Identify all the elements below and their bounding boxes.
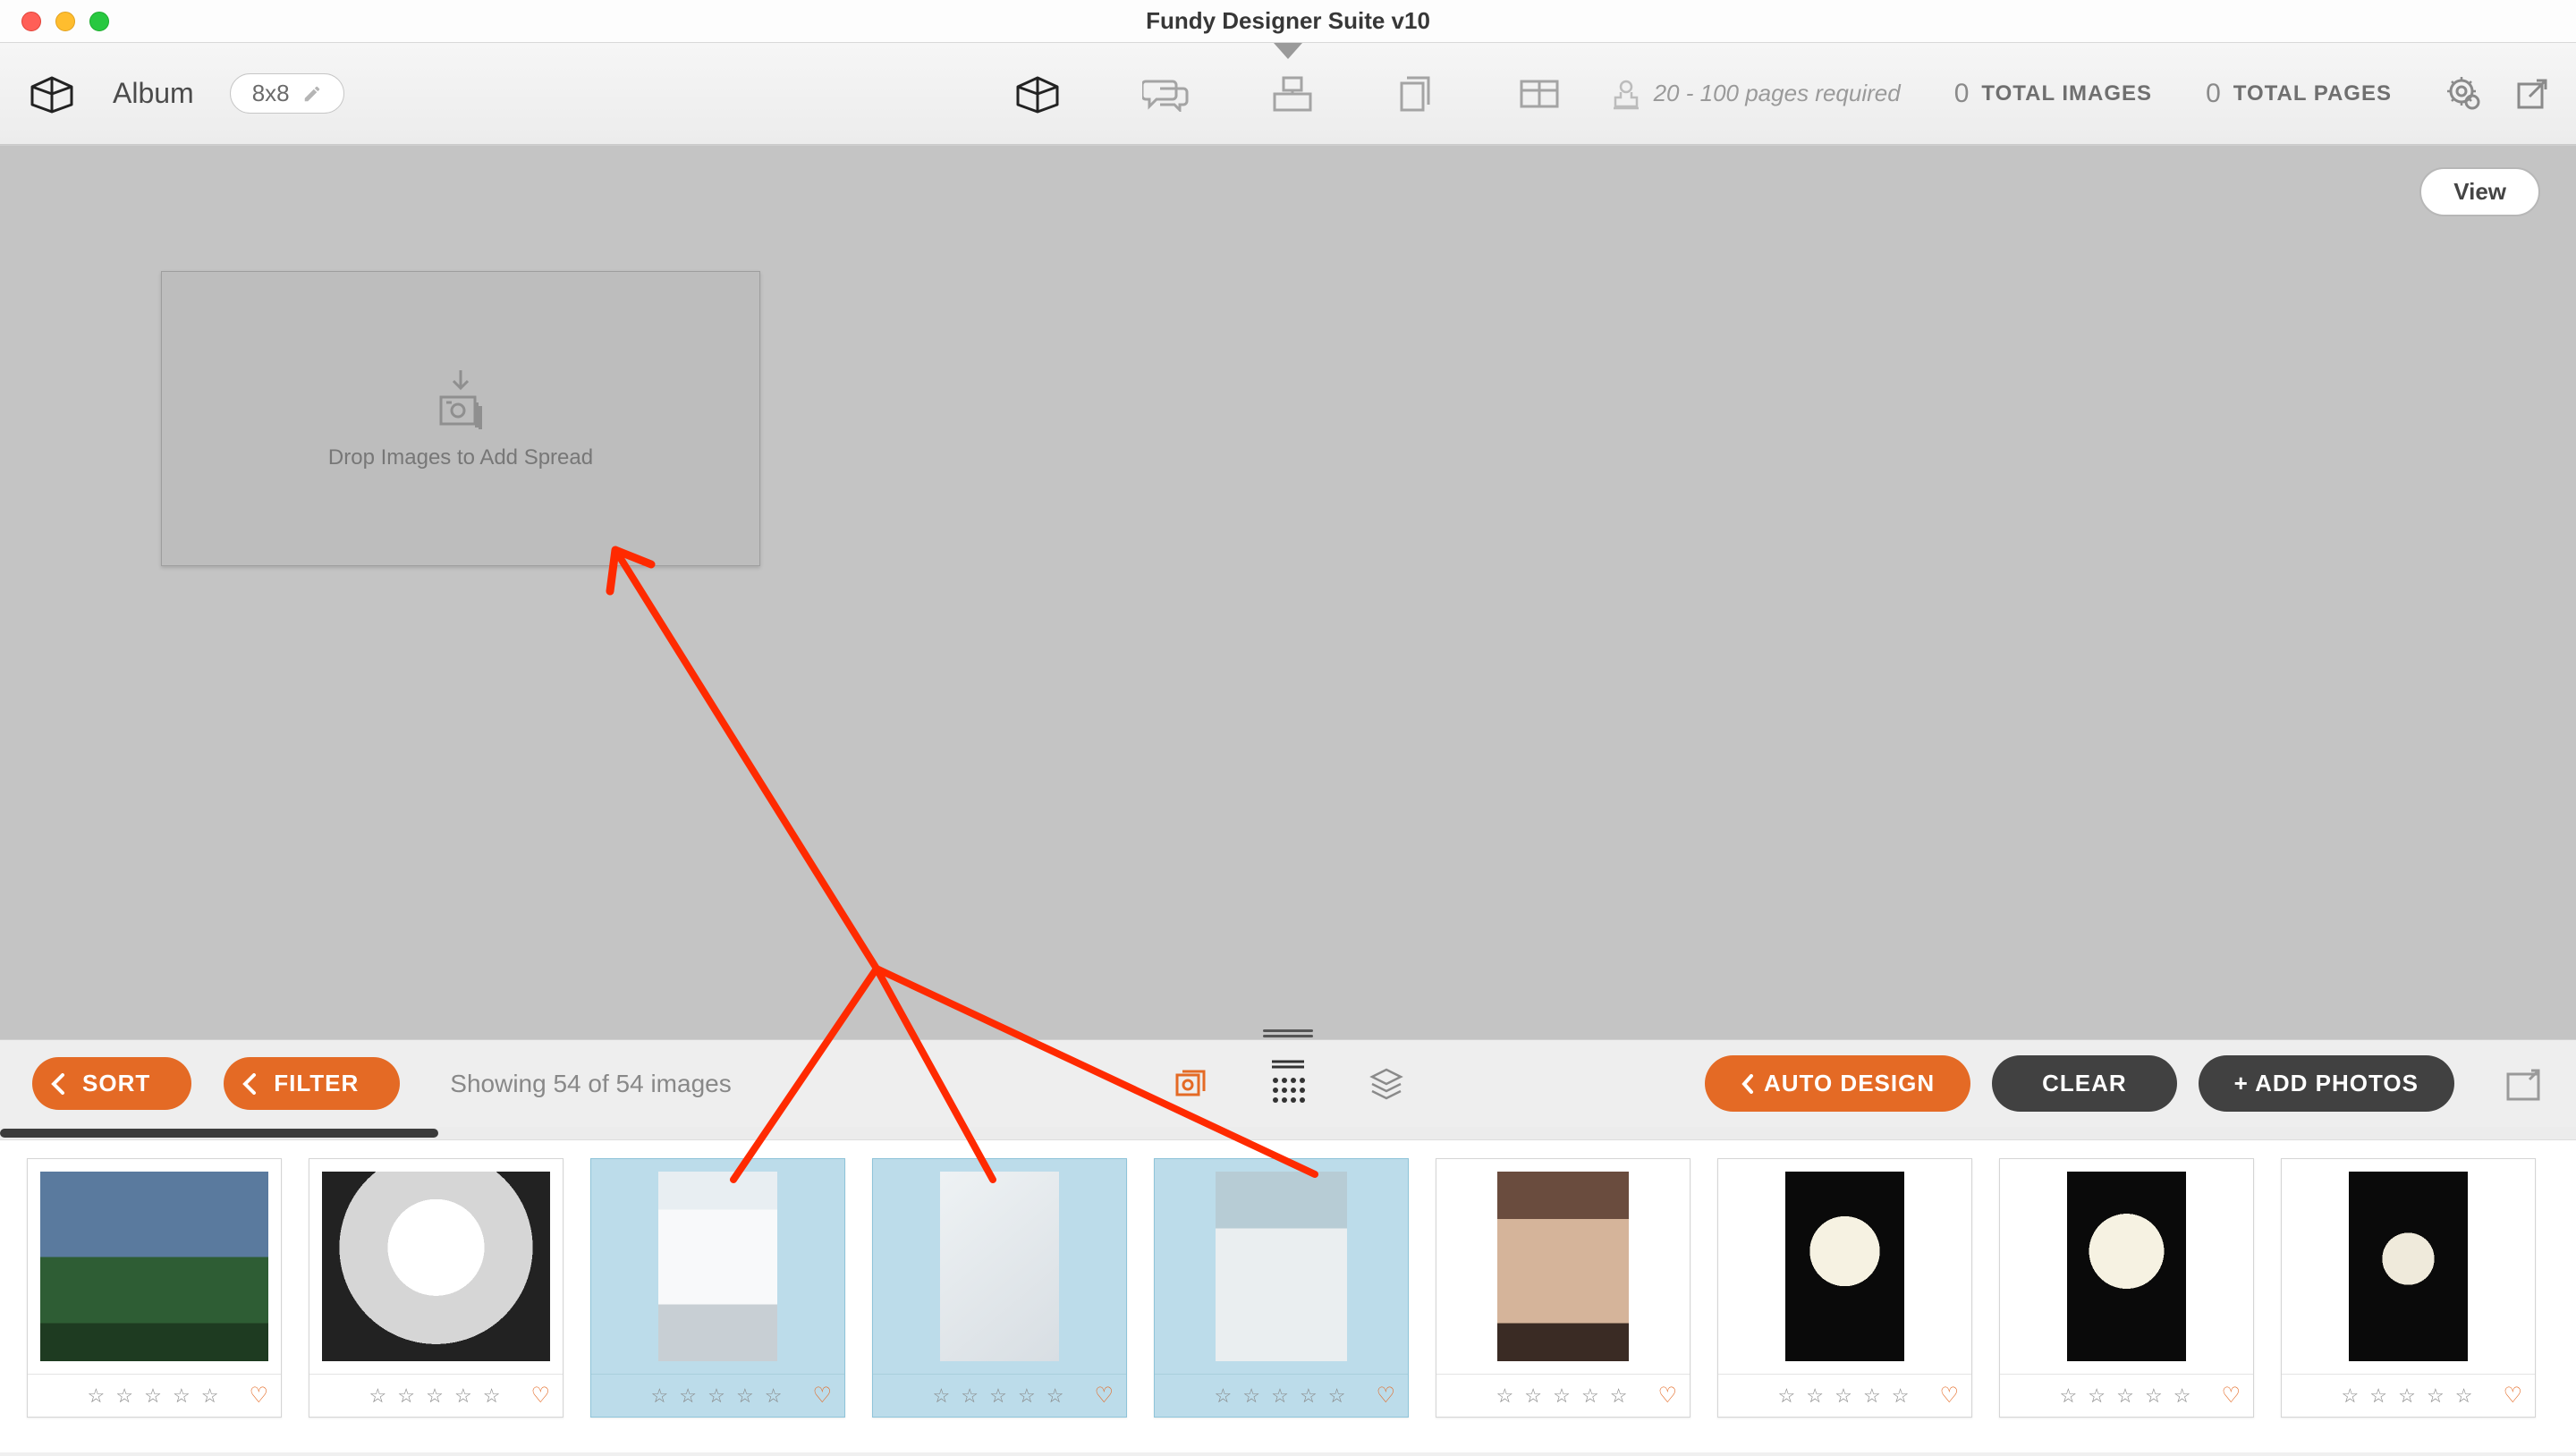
thumbnail-card[interactable]: ☆ ☆ ☆ ☆ ☆ ♡ (1999, 1158, 2254, 1418)
thumbnail-card[interactable]: ☆ ☆ ☆ ☆ ☆ ♡ (1717, 1158, 1972, 1418)
thumbnail-footer: ☆ ☆ ☆ ☆ ☆ ♡ (309, 1374, 563, 1417)
thumbnail-card[interactable]: ☆ ☆ ☆ ☆ ☆ ♡ (1154, 1158, 1409, 1418)
thumbnail-footer: ☆ ☆ ☆ ☆ ☆ ♡ (1718, 1374, 1971, 1417)
toolbar-right-info: 20 - 100 pages required 0 TOTAL IMAGES 0… (1609, 75, 2549, 113)
thumbnail-card[interactable]: ☆ ☆ ☆ ☆ ☆ ♡ (27, 1158, 282, 1418)
auto-design-button[interactable]: AUTO DESIGN (1705, 1055, 1970, 1112)
thumbnail-footer: ☆ ☆ ☆ ☆ ☆ ♡ (2282, 1374, 2535, 1417)
bottom-control-bar: SORT FILTER Showing 54 of 54 images AUTO… (0, 1039, 2576, 1127)
rating-stars[interactable]: ☆ ☆ ☆ ☆ ☆ (1777, 1384, 1911, 1408)
window-title: Fundy Designer Suite v10 (0, 7, 2576, 35)
total-pages-counter: 0 TOTAL PAGES (2206, 79, 2392, 109)
rating-stars[interactable]: ☆ ☆ ☆ ☆ ☆ (1496, 1384, 1630, 1408)
thumbnail-card[interactable]: ☆ ☆ ☆ ☆ ☆ ♡ (309, 1158, 564, 1418)
thumbnail-image (886, 1172, 1114, 1361)
favorite-heart-icon[interactable]: ♡ (1376, 1383, 1395, 1409)
rating-stars[interactable]: ☆ ☆ ☆ ☆ ☆ (932, 1384, 1066, 1408)
thumbnail-strip: ☆ ☆ ☆ ☆ ☆ ♡ ☆ ☆ ☆ ☆ ☆ ♡ ☆ ☆ ☆ ☆ ☆ ♡ ☆ ☆ … (0, 1139, 2576, 1452)
favorite-heart-icon[interactable]: ♡ (1939, 1383, 1959, 1409)
clear-button[interactable]: CLEAR (1992, 1055, 2177, 1112)
thumbnail-card[interactable]: ☆ ☆ ☆ ☆ ☆ ♡ (872, 1158, 1127, 1418)
window-titlebar: Fundy Designer Suite v10 (0, 0, 2576, 43)
rating-stars[interactable]: ☆ ☆ ☆ ☆ ☆ (650, 1384, 784, 1408)
layout-tool-icon[interactable] (1271, 74, 1314, 114)
module-label: Album (113, 77, 194, 110)
thumbnail-image (1167, 1172, 1395, 1361)
thumbnail-footer: ☆ ☆ ☆ ☆ ☆ ♡ (591, 1374, 844, 1417)
stamp-icon (1609, 77, 1643, 111)
thumbnail-image (1449, 1172, 1677, 1361)
thumbnail-image (40, 1172, 268, 1361)
favorite-heart-icon[interactable]: ♡ (1094, 1383, 1114, 1409)
sort-button[interactable]: SORT (32, 1057, 191, 1110)
external-link-icon[interactable] (2515, 77, 2549, 111)
rating-stars[interactable]: ☆ ☆ ☆ ☆ ☆ (2059, 1384, 2193, 1408)
rating-stars[interactable]: ☆ ☆ ☆ ☆ ☆ (87, 1384, 221, 1408)
expand-panel-icon[interactable] (2503, 1065, 2544, 1103)
thumbnail-image (1731, 1172, 1959, 1361)
view-button[interactable]: View (2419, 167, 2540, 216)
thumbnail-card[interactable]: ☆ ☆ ☆ ☆ ☆ ♡ (2281, 1158, 2536, 1418)
chevron-left-icon (1741, 1074, 1755, 1094)
drop-target-icon (425, 367, 496, 438)
pages-tool-icon[interactable] (1396, 74, 1436, 114)
thumbnail-footer: ☆ ☆ ☆ ☆ ☆ ♡ (873, 1374, 1126, 1417)
stack-view-icon[interactable] (1172, 1066, 1208, 1102)
thumbnail-footer: ☆ ☆ ☆ ☆ ☆ ♡ (2000, 1374, 2253, 1417)
thumbnail-card[interactable]: ☆ ☆ ☆ ☆ ☆ ♡ (590, 1158, 845, 1418)
thumbnail-image (604, 1172, 832, 1361)
favorite-heart-icon[interactable]: ♡ (2503, 1383, 2522, 1409)
album-size-selector[interactable]: 8x8 (230, 73, 344, 114)
rating-stars[interactable]: ☆ ☆ ☆ ☆ ☆ (1214, 1384, 1348, 1408)
grid-view-icon[interactable] (1270, 1059, 1306, 1109)
rating-stars[interactable]: ☆ ☆ ☆ ☆ ☆ (369, 1384, 503, 1408)
thumbnail-scrollbar[interactable] (0, 1127, 2576, 1139)
thumbnail-card[interactable]: ☆ ☆ ☆ ☆ ☆ ♡ (1436, 1158, 1690, 1418)
panel-drag-handle-icon[interactable] (1263, 1029, 1313, 1038)
favorite-heart-icon[interactable]: ♡ (530, 1383, 550, 1409)
chevron-left-icon (50, 1073, 66, 1095)
comments-tool-icon[interactable] (1142, 76, 1189, 112)
rating-stars[interactable]: ☆ ☆ ☆ ☆ ☆ (2341, 1384, 2475, 1408)
thumbnail-image (2012, 1172, 2241, 1361)
add-photos-button[interactable]: + ADD PHOTOS (2199, 1055, 2454, 1112)
favorite-heart-icon[interactable]: ♡ (2221, 1383, 2241, 1409)
design-canvas[interactable]: View Drop Images to Add Spread (0, 145, 2576, 1039)
scrollbar-thumb[interactable] (0, 1129, 438, 1138)
app-logo-icon[interactable] (27, 74, 77, 114)
drop-images-placeholder[interactable]: Drop Images to Add Spread (161, 271, 760, 566)
showing-count-label: Showing 54 of 54 images (450, 1070, 731, 1098)
thumbnail-image (2294, 1172, 2522, 1361)
album-tool-icon[interactable] (1015, 74, 1060, 114)
settings-gear-icon[interactable] (2445, 75, 2483, 113)
thumbnail-image (322, 1172, 550, 1361)
filter-button[interactable]: FILTER (224, 1057, 400, 1110)
layers-view-icon[interactable] (1368, 1066, 1404, 1102)
thumbnail-footer: ☆ ☆ ☆ ☆ ☆ ♡ (1155, 1374, 1408, 1417)
toolbar-pointer-icon (1274, 43, 1302, 59)
thumbnail-footer: ☆ ☆ ☆ ☆ ☆ ♡ (1436, 1374, 1690, 1417)
chevron-left-icon (242, 1073, 258, 1095)
spread-tool-icon[interactable] (1518, 76, 1561, 112)
pencil-icon (302, 84, 322, 104)
page-requirement: 20 - 100 pages required (1609, 77, 1901, 111)
thumbnail-footer: ☆ ☆ ☆ ☆ ☆ ♡ (28, 1374, 281, 1417)
favorite-heart-icon[interactable]: ♡ (812, 1383, 832, 1409)
view-mode-group (1172, 1059, 1404, 1109)
total-images-counter: 0 TOTAL IMAGES (1954, 79, 2152, 109)
album-size-value: 8x8 (252, 80, 290, 107)
favorite-heart-icon[interactable]: ♡ (1657, 1383, 1677, 1409)
center-tool-group (1015, 74, 1561, 114)
dropzone-label: Drop Images to Add Spread (328, 445, 593, 470)
favorite-heart-icon[interactable]: ♡ (249, 1383, 268, 1409)
